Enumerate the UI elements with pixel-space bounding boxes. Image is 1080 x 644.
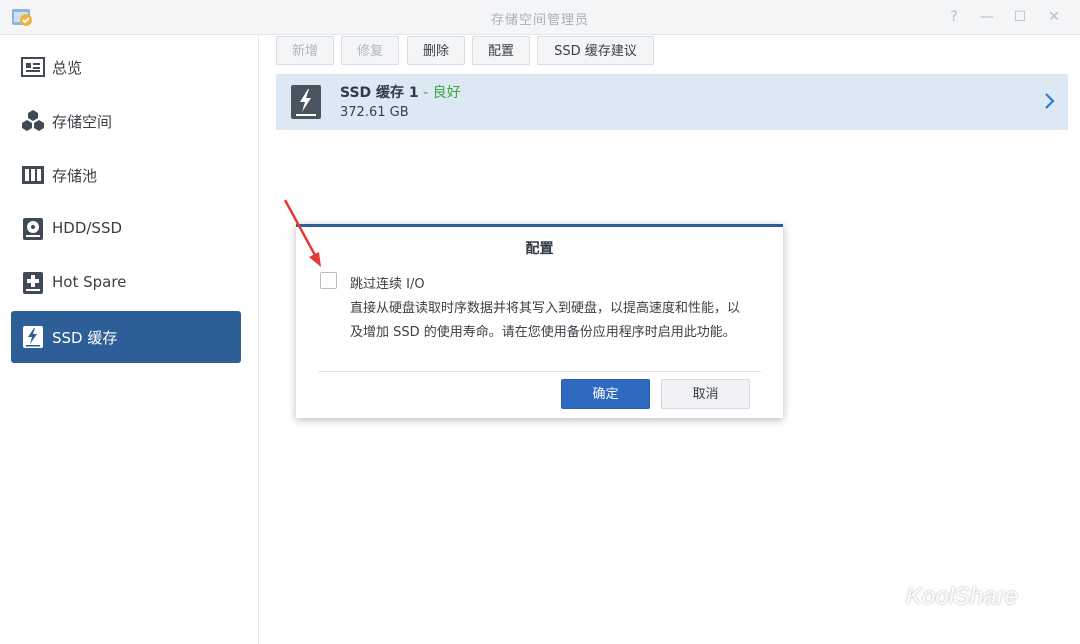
title-bar: 存储空间管理员 ? — ☐ ✕ <box>0 0 1080 35</box>
configure-dialog: 配置 跳过连续 I/O 直接从硬盘读取时序数据并将其写入到硬盘，以提高速度和性能… <box>296 224 783 418</box>
ssd-advisor-button[interactable]: SSD 缓存建议 <box>537 36 654 65</box>
window-title: 存储空间管理员 <box>490 13 589 28</box>
sidebar: 总览 存储空间 存储池 HDD/SSD Hot Spare SSD 缓存 <box>0 35 259 644</box>
sidebar-item-label: 总览 <box>52 59 83 77</box>
status-badge: 良好 <box>432 85 461 101</box>
ok-button[interactable]: 确定 <box>561 379 650 409</box>
disk-icon <box>23 218 43 240</box>
sidebar-item-volume[interactable]: 存储空间 <box>11 95 241 147</box>
minimize-icon[interactable]: — <box>977 7 997 27</box>
watermark: KoolShare <box>868 575 1078 643</box>
sidebar-item-label: Hot Spare <box>52 273 127 291</box>
cache-title: SSD 缓存 1 - 良好 <box>340 82 461 102</box>
sidebar-item-label: 存储池 <box>52 167 98 185</box>
create-button[interactable]: 新增 <box>276 36 334 65</box>
description-line: 直接从硬盘读取时序数据并将其写入到硬盘，以提高速度和性能，以 <box>350 301 741 316</box>
help-icon[interactable]: ? <box>944 7 964 27</box>
cancel-button[interactable]: 取消 <box>661 379 750 409</box>
dialog-description: 直接从硬盘读取时序数据并将其写入到硬盘，以提高速度和性能，以 及增加 SSD 的… <box>350 297 760 345</box>
sidebar-item-label: 存储空间 <box>52 113 113 131</box>
ssd-cache-row[interactable]: SSD 缓存 1 - 良好 372.61 GB <box>276 74 1068 130</box>
overview-icon <box>21 57 45 77</box>
cache-size: 372.61 GB <box>340 105 409 120</box>
sidebar-item-ssd-cache[interactable]: SSD 缓存 <box>11 311 241 363</box>
configure-button[interactable]: 配置 <box>472 36 530 65</box>
ssd-cache-icon <box>23 326 43 348</box>
cache-name: SSD 缓存 1 <box>340 85 419 101</box>
maximize-icon[interactable]: ☐ <box>1010 7 1030 27</box>
hot-spare-icon <box>23 272 43 294</box>
cubes-icon <box>22 110 44 131</box>
checkbox-label[interactable]: 跳过连续 I/O <box>350 273 425 292</box>
close-icon[interactable]: ✕ <box>1044 7 1064 27</box>
ssd-cache-icon <box>291 85 321 119</box>
sidebar-item-label: SSD 缓存 <box>52 329 118 347</box>
watermark-text: KoolShare <box>906 583 1019 610</box>
storage-pool-icon <box>22 166 44 184</box>
sidebar-item-hot-spare[interactable]: Hot Spare <box>11 257 241 309</box>
wechat-icon <box>872 588 902 611</box>
cache-separator: - <box>418 85 433 101</box>
sidebar-item-storage-pool[interactable]: 存储池 <box>11 149 241 201</box>
chevron-right-icon[interactable] <box>1044 92 1056 110</box>
description-line: 及增加 SSD 的使用寿命。请在您使用备份应用程序时启用此功能。 <box>350 325 736 340</box>
repair-button[interactable]: 修复 <box>341 36 399 65</box>
annotation-arrow-icon <box>283 199 321 267</box>
sidebar-item-label: HDD/SSD <box>52 219 123 237</box>
dialog-title: 配置 <box>525 241 554 257</box>
delete-button[interactable]: 删除 <box>407 36 465 65</box>
sidebar-item-overview[interactable]: 总览 <box>11 41 241 93</box>
sidebar-item-hdd-ssd[interactable]: HDD/SSD <box>11 203 241 255</box>
divider <box>318 371 761 372</box>
